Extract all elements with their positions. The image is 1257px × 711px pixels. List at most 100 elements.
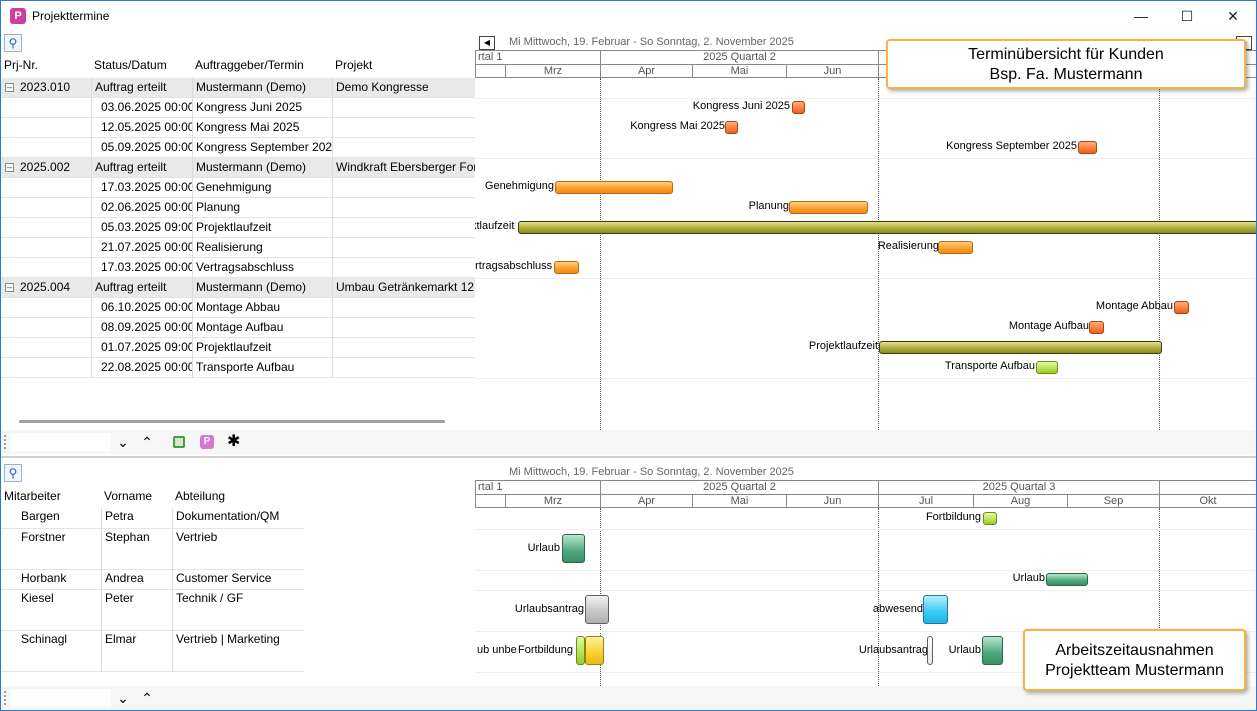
gantt-bar[interactable]: [1036, 361, 1058, 374]
gantt-bar[interactable]: [562, 534, 585, 563]
table-row[interactable]: 03.06.2025 00:00 Kongress Juni 2025: [1, 98, 475, 118]
quarter-header: rtal 1: [475, 480, 600, 494]
table-row[interactable]: 05.03.2025 09:00 Projektlaufzeit: [1, 218, 475, 238]
appointment-date: 05.03.2025 09:00: [91, 218, 192, 238]
empty-cell: [332, 318, 475, 338]
gantt-bar[interactable]: [725, 121, 738, 134]
gantt-bar[interactable]: [789, 201, 868, 214]
gantt-bar[interactable]: [585, 595, 609, 624]
empty-cell: [332, 298, 475, 318]
column-header-auftraggeber[interactable]: Auftraggeber/Termin: [195, 58, 304, 72]
employee-department: Dokumentation/QM: [172, 508, 304, 528]
collapse-icon[interactable]: –: [5, 83, 14, 92]
column-header-vorname[interactable]: Vorname: [104, 489, 152, 503]
title-bar: P Projekttermine — ☐ ✕: [1, 1, 1256, 32]
gantt-bar-label: Montage Aufbau: [1008, 320, 1089, 332]
gantt-bar-label: Urlaubsantrag: [514, 603, 584, 615]
column-header-status[interactable]: Status/Datum: [94, 58, 167, 72]
gantt-bar[interactable]: [518, 221, 1256, 234]
table-row[interactable]: 01.07.2025 09:00 Projektlaufzeit: [1, 338, 475, 358]
search-icon[interactable]: ⚲: [4, 34, 22, 52]
table-row[interactable]: 22.08.2025 00:00 Transporte Aufbau: [1, 358, 475, 378]
pane-splitter[interactable]: [1, 456, 1256, 458]
chevron-up-icon[interactable]: ⌃: [137, 689, 157, 707]
collapse-icon[interactable]: –: [5, 163, 14, 172]
gantt-bar[interactable]: [982, 636, 1003, 665]
gantt-bar[interactable]: [1046, 573, 1088, 586]
gantt-bar[interactable]: [923, 595, 948, 624]
project-icon[interactable]: P: [200, 435, 214, 449]
table-row[interactable]: 08.09.2025 00:00 Montage Aufbau: [1, 318, 475, 338]
table-row[interactable]: 05.09.2025 00:00 Kongress September 2025: [1, 138, 475, 158]
month-header: Mai: [692, 494, 786, 508]
gantt-bar-label: Urlaub: [948, 644, 981, 656]
gantt-bar[interactable]: [554, 261, 579, 274]
row-gridline: [475, 570, 1256, 571]
employee-department: Technik / GF: [172, 590, 304, 631]
table-row[interactable]: Bargen Petra Dokumentation/QM: [1, 508, 304, 529]
gantt-bar-label: Projektlaufzeit: [808, 340, 878, 352]
month-header: Jul: [878, 494, 973, 508]
close-icon[interactable]: ✕: [1210, 1, 1256, 32]
toolbar-input[interactable]: [11, 433, 111, 451]
employee-name: Kiesel: [21, 591, 54, 605]
chevron-down-icon[interactable]: ⌄: [113, 689, 133, 707]
table-row[interactable]: Forstner Stephan Vertrieb: [1, 529, 304, 570]
table-row[interactable]: 06.10.2025 00:00 Montage Abbau: [1, 298, 475, 318]
column-header-projekt[interactable]: Projekt: [335, 58, 372, 72]
gantt-bar[interactable]: [1174, 301, 1189, 314]
gantt-bar[interactable]: [983, 512, 997, 525]
toolbar-grip[interactable]: [4, 691, 6, 705]
table-row-group[interactable]: – 2025.002 Auftrag erteilt Mustermann (D…: [1, 158, 475, 178]
chevron-up-icon[interactable]: ⌃: [137, 433, 157, 451]
search-icon[interactable]: ⚲: [4, 464, 22, 482]
row-gridline: [475, 278, 1256, 279]
gantt-bar[interactable]: [879, 341, 1162, 354]
gantt-date-range: Mi Mittwoch, 19. Februar - So Sonntag, 2…: [509, 466, 794, 478]
asterisk-icon[interactable]: ✱: [227, 433, 240, 451]
gantt-bar[interactable]: [927, 636, 933, 665]
table-row[interactable]: 17.03.2025 00:00 Vertragsabschluss: [1, 258, 475, 278]
horizontal-scrollbar[interactable]: [19, 420, 445, 423]
table-row[interactable]: 21.07.2025 00:00 Realisierung: [1, 238, 475, 258]
quarter-gridline: [878, 508, 879, 686]
table-row[interactable]: 17.03.2025 00:00 Genehmigung: [1, 178, 475, 198]
gantt-bar[interactable]: [576, 636, 585, 665]
app-window: P Projekttermine — ☐ ✕ ⚲ Prj-Nr. Status/…: [0, 0, 1257, 711]
table-row[interactable]: 02.06.2025 00:00 Planung: [1, 198, 475, 218]
appointment-date: 06.10.2025 00:00: [91, 298, 192, 318]
gantt-bar[interactable]: [1089, 321, 1104, 334]
appointment-date: 02.06.2025 00:00: [91, 198, 192, 218]
column-header-prj-nr[interactable]: Prj-Nr.: [4, 58, 38, 72]
minimize-icon[interactable]: —: [1118, 1, 1164, 32]
row-gridline: [475, 378, 1256, 379]
gantt-bar[interactable]: [792, 101, 805, 114]
table-row[interactable]: Schinagl Elmar Vertrieb | Marketing: [1, 631, 304, 672]
table-row[interactable]: Kiesel Peter Technik / GF: [1, 590, 304, 631]
scroll-left-icon[interactable]: ◀: [479, 36, 495, 50]
chevron-down-icon[interactable]: ⌄: [113, 433, 133, 451]
empty-cell: [332, 258, 475, 278]
appointment-name: Realisierung: [192, 238, 332, 258]
project-number: 2025.004: [20, 280, 71, 294]
maximize-icon[interactable]: ☐: [1164, 1, 1210, 32]
table-row-group[interactable]: – 2023.010 Auftrag erteilt Mustermann (D…: [1, 78, 475, 98]
toolbar-grip[interactable]: [4, 435, 6, 449]
gantt-bar-label: Kongress Juni 2025: [692, 100, 790, 112]
column-header-mitarbeiter[interactable]: Mitarbeiter: [4, 489, 61, 503]
table-row[interactable]: Horbank Andrea Customer Service: [1, 570, 304, 590]
gantt-bar[interactable]: [555, 181, 673, 194]
table-row-group[interactable]: – 2025.004 Auftrag erteilt Mustermann (D…: [1, 278, 475, 298]
gantt-bar[interactable]: [585, 636, 604, 665]
toolbar-input[interactable]: [11, 689, 111, 707]
gantt-bar[interactable]: [938, 241, 973, 254]
column-header-abteilung[interactable]: Abteilung: [175, 489, 225, 503]
month-header: Okt: [1159, 494, 1256, 508]
collapse-icon[interactable]: –: [5, 283, 14, 292]
employee-firstname: Peter: [101, 590, 172, 631]
table-row[interactable]: 12.05.2025 00:00 Kongress Mai 2025: [1, 118, 475, 138]
appointment-name: Kongress September 2025: [192, 138, 332, 158]
gantt-bar[interactable]: [1078, 141, 1097, 154]
project-name: Demo Kongresse: [332, 78, 475, 98]
calendar-icon[interactable]: [173, 436, 185, 448]
